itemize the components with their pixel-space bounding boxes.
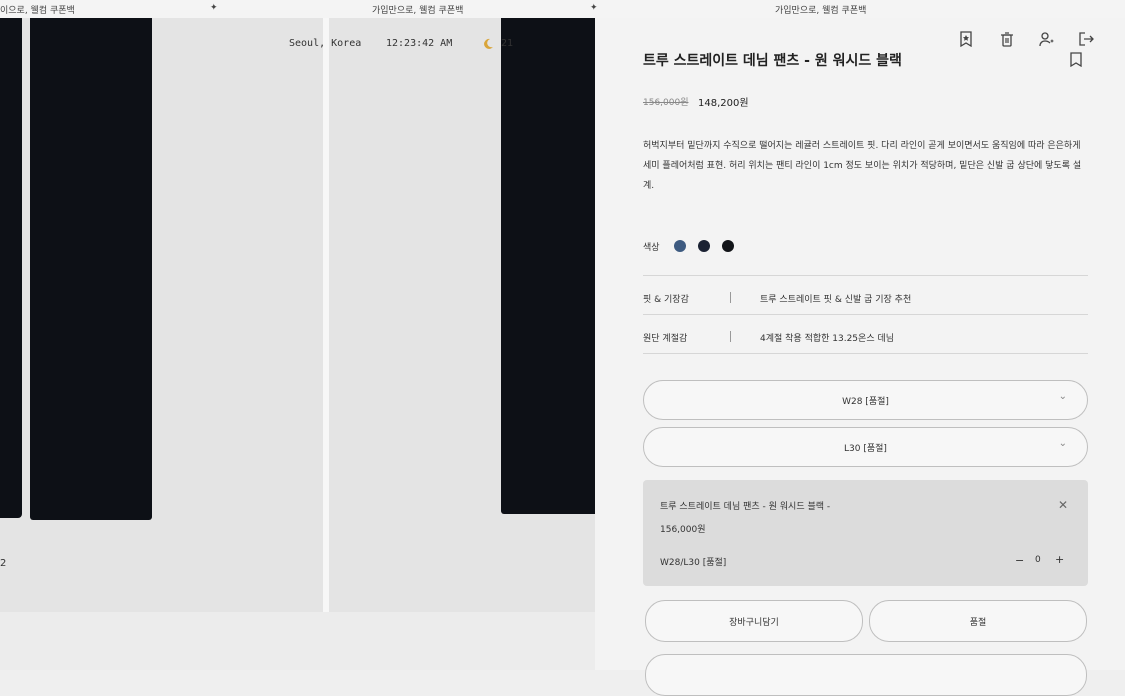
- image-counter: 2: [0, 558, 7, 569]
- selected-item-price: 156,000원: [660, 525, 706, 535]
- spec-value-fit: 트루 스트레이트 핏 & 신발 굽 기장 추천: [760, 295, 912, 305]
- trash-icon[interactable]: [998, 30, 1016, 48]
- temperature-text: 21: [501, 38, 514, 49]
- announcement-text-left[interactable]: 이으로, 웰컴 쿠폰백: [0, 3, 75, 16]
- waist-size-select[interactable]: W28 [품절] ⌄: [643, 380, 1088, 420]
- user-sparkle-icon[interactable]: [1038, 30, 1056, 48]
- page-background: [0, 612, 595, 670]
- star-bookmark-icon[interactable]: [957, 30, 975, 48]
- chevron-down-icon: ⌄: [1058, 438, 1067, 449]
- length-size-value: L30 [품절]: [844, 444, 887, 454]
- close-icon[interactable]: ✕: [1058, 498, 1068, 512]
- length-size-select[interactable]: L30 [품절] ⌄: [643, 427, 1088, 467]
- clock-text: 12:23:42 AM: [386, 38, 453, 49]
- selected-item-name: 트루 스트레이트 데님 팬츠 - 원 워시드 블랙 -: [660, 502, 831, 512]
- color-swatch-blue[interactable]: [674, 240, 686, 252]
- sparkle-icon: ✦: [210, 3, 218, 13]
- location-text: Seoul, Korea: [289, 38, 362, 49]
- original-price: 156,000원: [643, 98, 689, 108]
- moon-icon: [482, 35, 494, 54]
- selected-item-option: W28/L30 [품절]: [660, 558, 727, 568]
- pants-image: [501, 18, 595, 514]
- product-title: 트루 스트레이트 데님 팬츠 - 원 워시드 블랙: [643, 53, 902, 69]
- add-to-cart-button[interactable]: 장바구니담기: [645, 600, 863, 642]
- spec-value-fabric: 4계절 착용 적합한 13.25온스 데님: [760, 334, 895, 344]
- bookmark-icon[interactable]: [1067, 50, 1085, 68]
- chevron-down-icon: ⌄: [1058, 391, 1067, 402]
- secondary-action-button[interactable]: [645, 654, 1087, 696]
- pants-image: [0, 18, 22, 518]
- product-description: 허벅지부터 밑단까지 수직으로 떨어지는 레귤러 스트레이트 핏. 다리 라인이…: [643, 141, 1082, 191]
- waist-size-value: W28 [품절]: [842, 397, 889, 407]
- product-gallery[interactable]: 2 Seoul, Korea 12:23:42 AM 21: [0, 18, 595, 612]
- divider: [643, 275, 1088, 276]
- divider: [643, 353, 1088, 354]
- sale-price: 148,200원: [698, 98, 749, 109]
- announcement-text-center[interactable]: 가입만으로, 웰컴 쿠폰백: [372, 3, 463, 16]
- selected-option-item: 트루 스트레이트 데님 팬츠 - 원 워시드 블랙 - 156,000원 W28…: [643, 480, 1088, 586]
- divider: [643, 314, 1088, 315]
- spec-label-fit: 핏 & 기장감: [643, 295, 689, 305]
- product-detail-panel: 트루 스트레이트 데님 팬츠 - 원 워시드 블랙 156,000원 148,2…: [595, 18, 1125, 696]
- spec-separator: [730, 331, 731, 342]
- spec-separator: [730, 292, 731, 303]
- color-swatch-navy[interactable]: [698, 240, 710, 252]
- spec-label-fabric: 원단 계절감: [643, 334, 688, 344]
- logout-icon[interactable]: [1077, 30, 1095, 48]
- announcement-bar: 이으로, 웰컴 쿠폰백 ✦ 가입만으로, 웰컴 쿠폰백 ✦ 가입만으로, 웰컴 …: [0, 0, 1125, 18]
- color-label: 색상: [643, 243, 660, 253]
- announcement-text-right[interactable]: 가입만으로, 웰컴 쿠폰백: [775, 3, 866, 16]
- quantity-increase-button[interactable]: +: [1055, 553, 1064, 566]
- color-swatch-black[interactable]: [722, 240, 734, 252]
- gallery-image-1[interactable]: 2: [0, 18, 323, 612]
- quantity-decrease-button[interactable]: −: [1015, 554, 1024, 567]
- gallery-image-2[interactable]: [329, 18, 595, 612]
- quantity-value: 0: [1035, 555, 1041, 565]
- pants-image: [30, 18, 152, 520]
- sparkle-icon: ✦: [590, 3, 598, 13]
- sold-out-button[interactable]: 품절: [869, 600, 1087, 642]
